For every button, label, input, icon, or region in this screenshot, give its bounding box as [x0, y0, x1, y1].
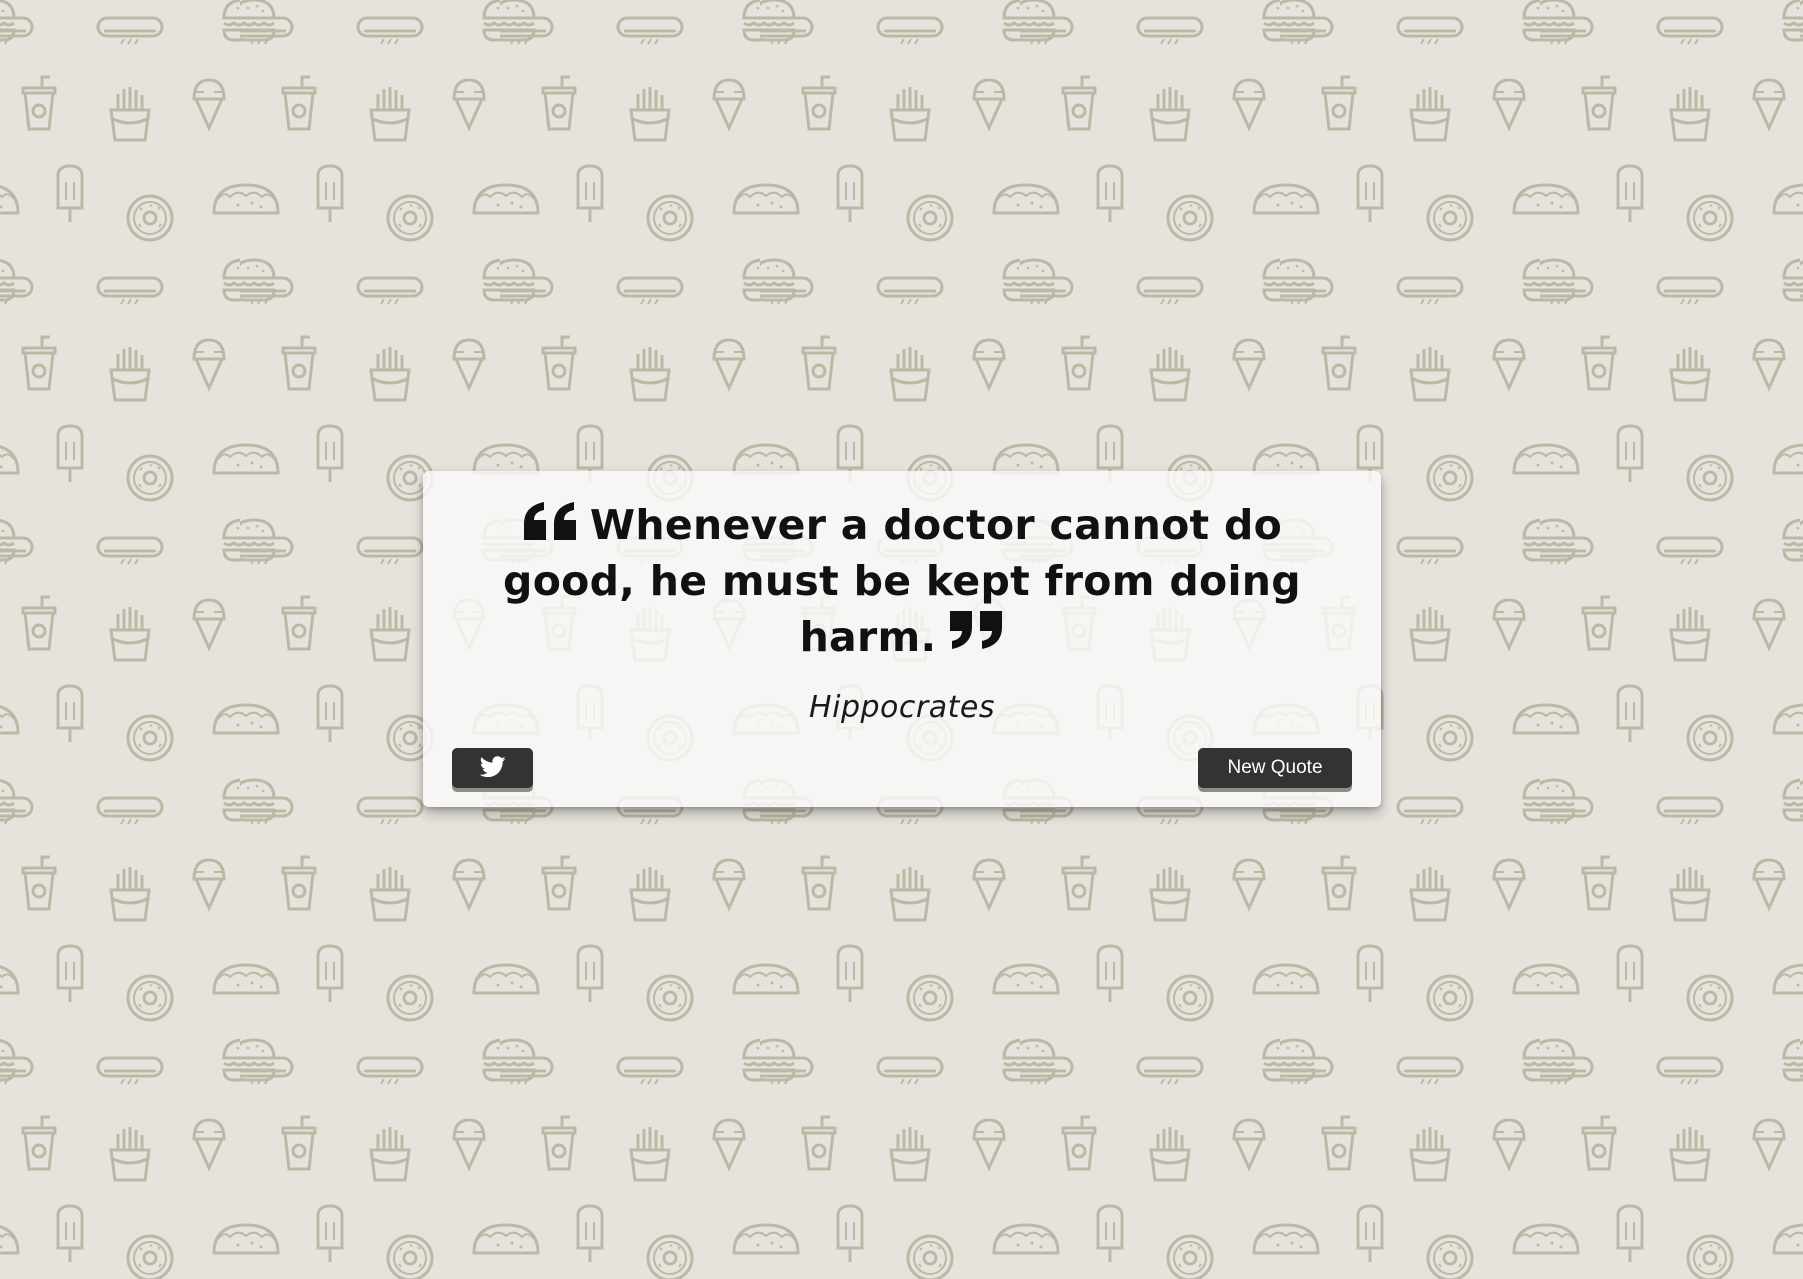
quote-box: Whenever a doctor cannot do good, he mus… [423, 471, 1381, 807]
quote-right-icon [948, 609, 1004, 651]
twitter-icon [479, 755, 506, 781]
new-quote-button[interactable]: New Quote [1198, 748, 1352, 788]
quote-left-icon [522, 500, 578, 542]
tweet-quote-button[interactable] [452, 748, 533, 788]
quote-author: Hippocrates [809, 690, 995, 725]
quote-text: Whenever a doctor cannot do good, he mus… [503, 501, 1301, 661]
quote-text-container: Whenever a doctor cannot do good, he mus… [493, 497, 1311, 665]
